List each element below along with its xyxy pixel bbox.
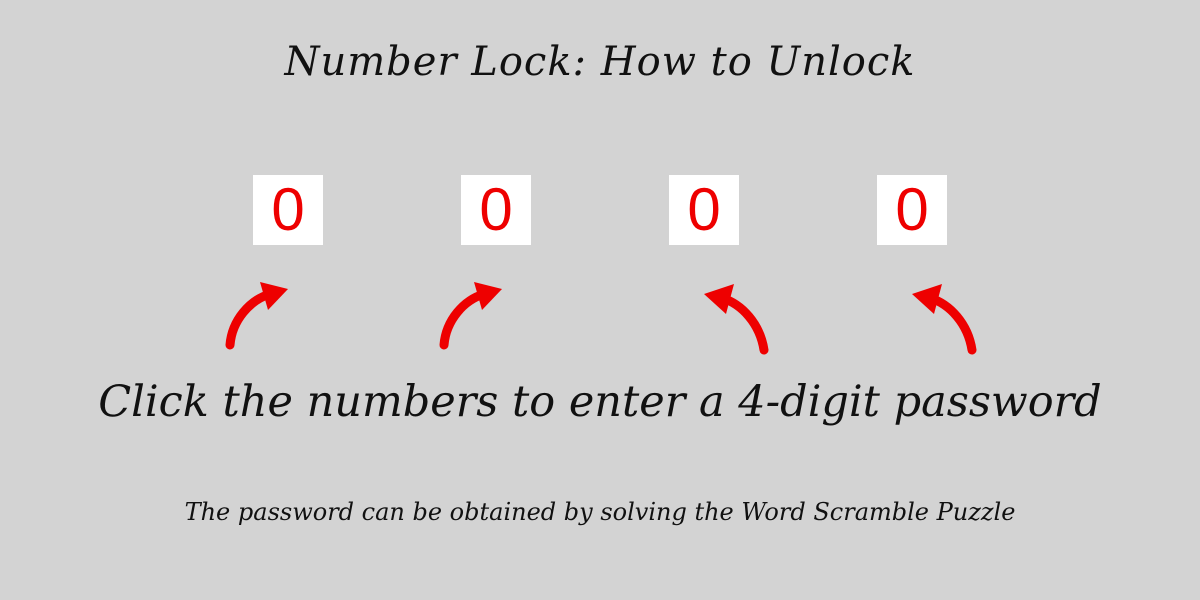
lock-digit-3-value: 0	[687, 176, 721, 243]
curved-arrow-up-right-icon	[225, 282, 288, 350]
curved-arrow-up-left-icon	[704, 284, 769, 355]
lock-digit-2-value: 0	[479, 176, 513, 243]
curved-arrow-up-left-icon	[912, 284, 977, 355]
lock-digit-1-value: 0	[271, 176, 305, 243]
lock-digit-2[interactable]: 0	[461, 175, 531, 245]
hint-text: The password can be obtained by solving …	[184, 498, 1016, 526]
page-title: Number Lock: How to Unlock	[284, 39, 916, 85]
lock-digit-4[interactable]: 0	[877, 175, 947, 245]
lock-digit-3[interactable]: 0	[669, 175, 739, 245]
lock-digit-1[interactable]: 0	[253, 175, 323, 245]
lock-digit-4-value: 0	[895, 176, 929, 243]
instruction-text: Click the numbers to enter a 4-digit pas…	[98, 377, 1102, 427]
curved-arrow-up-right-icon	[439, 282, 502, 350]
